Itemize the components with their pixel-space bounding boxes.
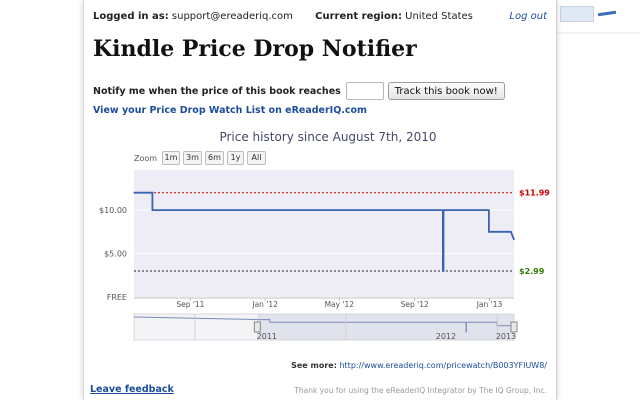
logged-in-label: Logged in as:	[93, 11, 169, 22]
see-more: See more: http://www.ereaderiq.com/price…	[291, 361, 547, 370]
footer-credit: Thank you for using the eReaderIQ Integr…	[294, 386, 547, 395]
plot-area	[134, 170, 514, 297]
notify-label: Notify me when the price of this book re…	[93, 85, 341, 97]
background-page-bar	[557, 32, 640, 34]
price-point	[488, 209, 490, 211]
navigator-handle-right	[510, 321, 518, 333]
price-point	[151, 209, 153, 211]
logout-link[interactable]: Log out	[509, 11, 547, 22]
price-point	[513, 239, 515, 241]
background-page-tab	[560, 6, 594, 22]
x-tick-label: Sep '12	[401, 300, 429, 309]
region-value: United States	[405, 11, 473, 22]
notify-row: Notify me when the price of this book re…	[93, 81, 505, 101]
y-tick-label: FREE	[107, 293, 127, 302]
navigator-year-label: 2011	[257, 332, 277, 341]
x-tick-label: May '12	[325, 300, 355, 309]
pricewatch-link[interactable]: http://www.ereaderiq.com/pricewatch/B003…	[339, 361, 547, 370]
x-tick-label: Jan '13	[476, 300, 503, 309]
price-point	[442, 209, 445, 211]
navigator-selection	[257, 314, 514, 340]
price-point	[488, 231, 490, 233]
price-point	[510, 231, 512, 233]
x-tick-label: Jan '12	[251, 300, 278, 309]
navigator-year-label: 2013	[496, 332, 516, 341]
region-label: Current region:	[315, 11, 402, 22]
zoom-1y-button[interactable]: 1y	[227, 151, 244, 165]
x-tick-label: Sep '11	[176, 300, 204, 309]
price-point	[442, 270, 445, 272]
navigator-year-label: 2012	[436, 332, 456, 341]
y-tick-label: $5.00	[104, 250, 127, 259]
zoom-label: Zoom	[134, 154, 158, 163]
navigator-handle-left	[253, 321, 261, 333]
zoom-1m-button[interactable]: 1m	[162, 151, 180, 165]
zoom-6m-button[interactable]: 6m	[205, 151, 224, 165]
y-tick-label: $10.00	[99, 206, 127, 215]
chart-title: Price history since August 7th, 2010	[219, 130, 436, 144]
extension-popup: Logged in as: support@ereaderiq.com Curr…	[83, 0, 557, 400]
logged-in-email: support@ereaderiq.com	[171, 11, 293, 22]
reference-line-label: $2.99	[519, 267, 545, 276]
watch-list-link[interactable]: View your Price Drop Watch List on eRead…	[93, 105, 367, 116]
see-more-label: See more:	[291, 361, 337, 370]
background-page-left	[0, 0, 83, 400]
background-page-right	[557, 0, 640, 400]
reference-line-label: $11.99	[519, 189, 550, 198]
leave-feedback-link[interactable]: Leave feedback	[90, 384, 174, 395]
zoom-all-button[interactable]: All	[247, 151, 266, 165]
price-point	[133, 192, 135, 194]
target-price-input[interactable]	[345, 82, 384, 100]
page-title: Kindle Price Drop Notifier	[93, 36, 417, 62]
track-book-button[interactable]: Track this book now!	[387, 82, 505, 100]
price-point	[151, 192, 153, 194]
session-info: Logged in as: support@ereaderiq.com Curr…	[93, 11, 473, 22]
zoom-3m-button[interactable]: 3m	[183, 151, 202, 165]
